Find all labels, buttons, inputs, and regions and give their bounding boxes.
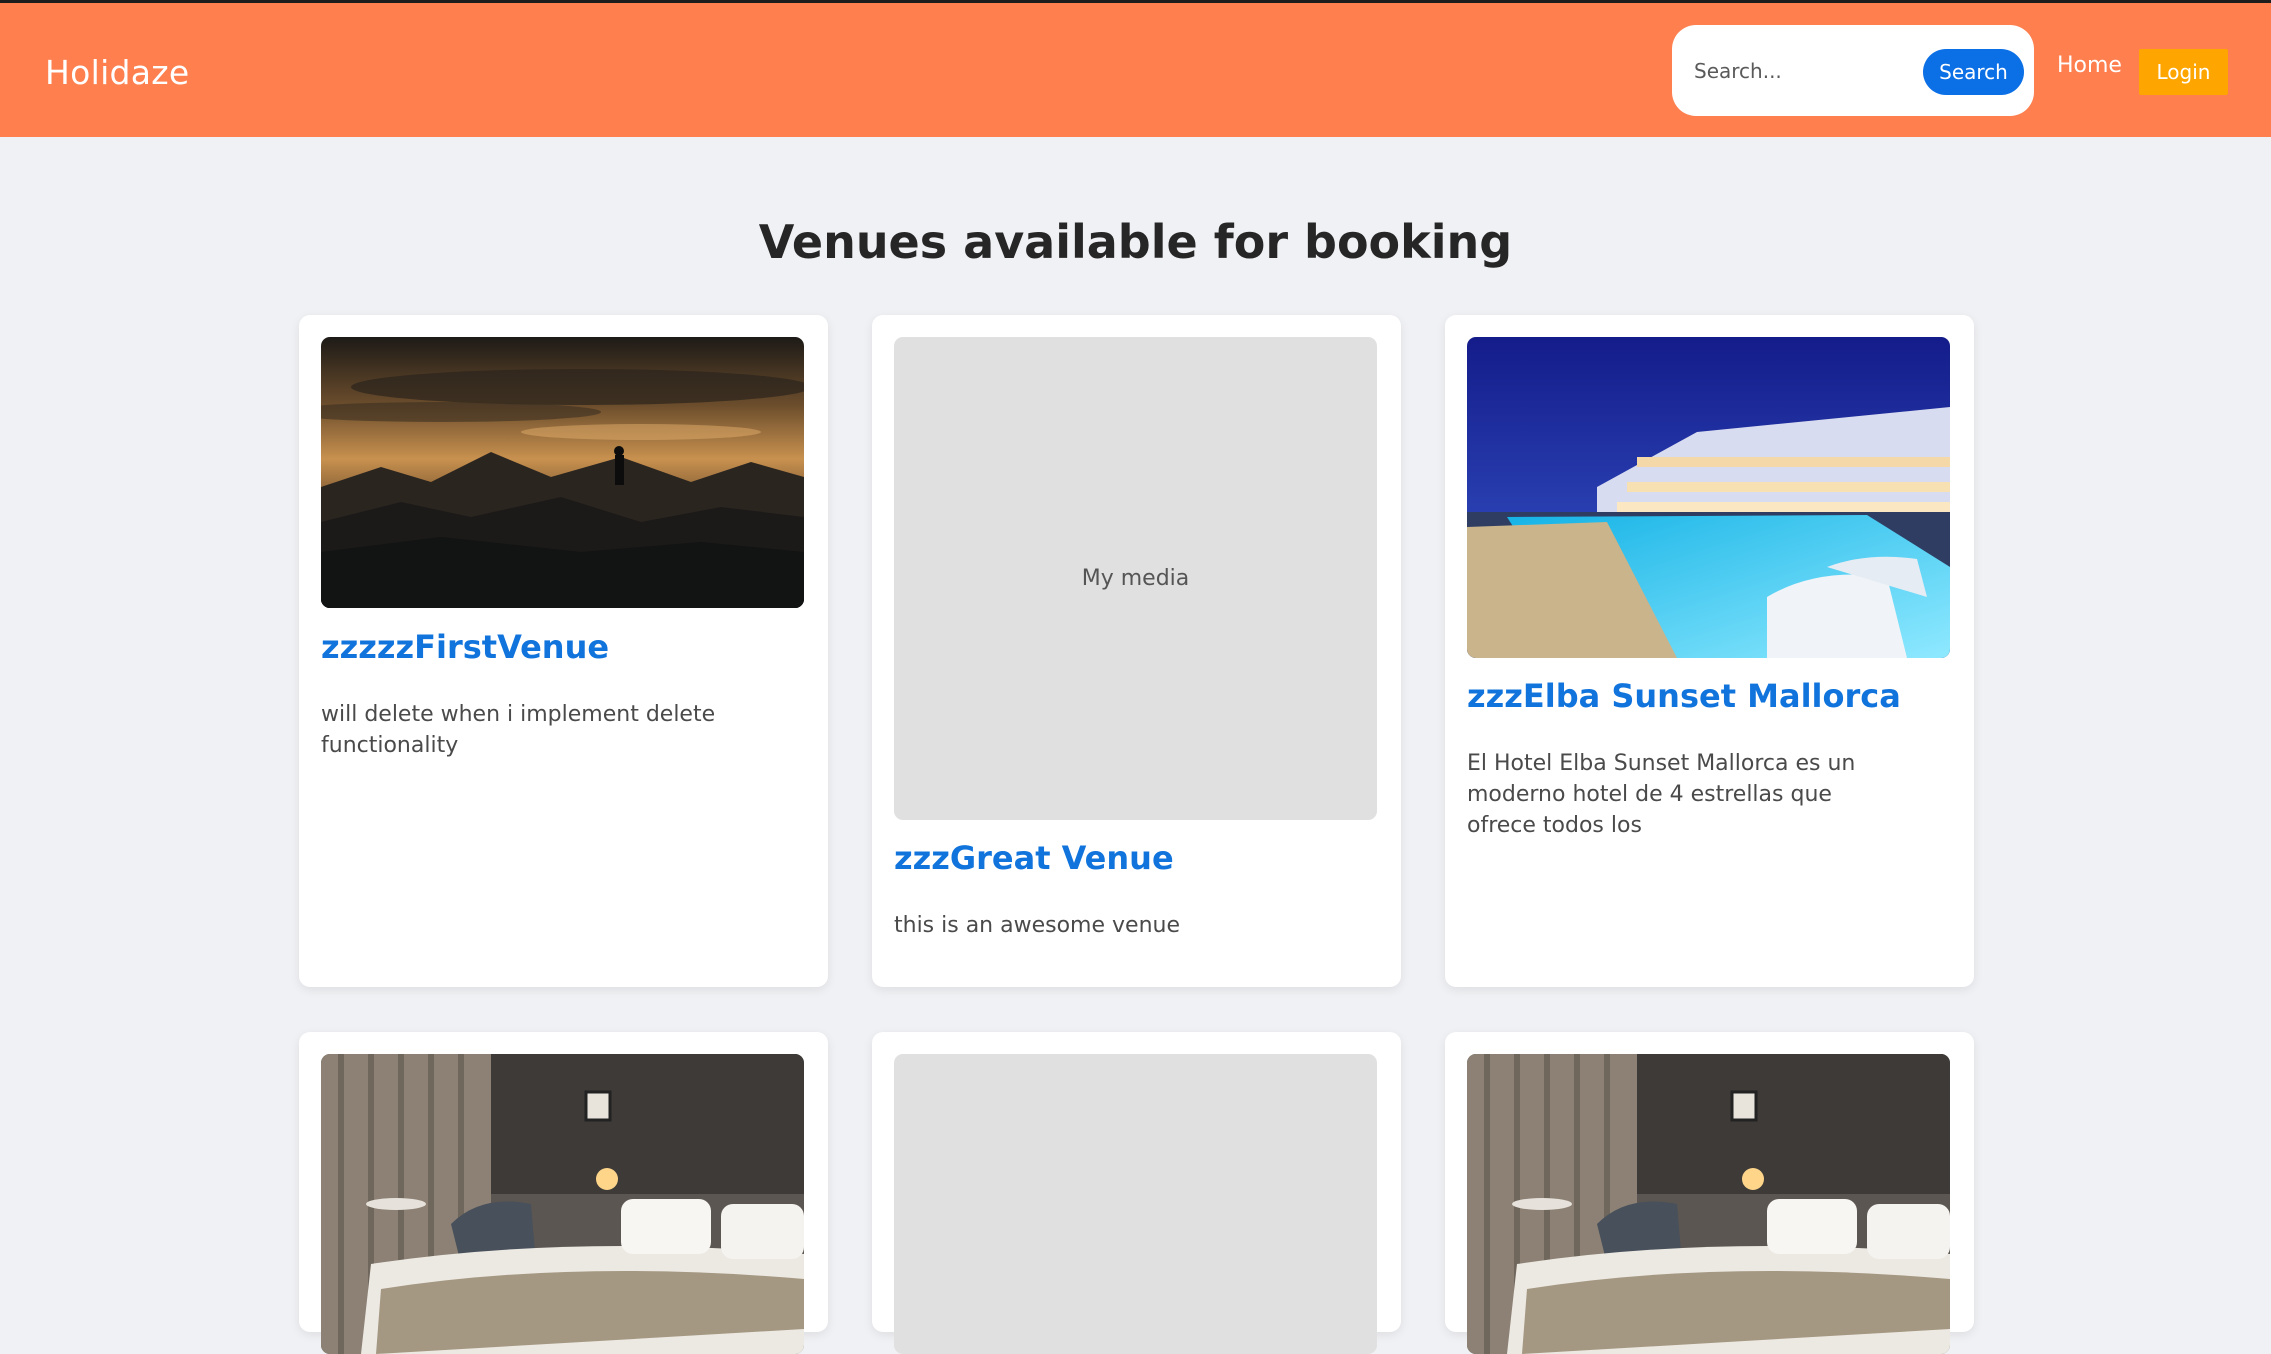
venue-description: El Hotel Elba Sunset Mallorca es un mode… bbox=[1467, 751, 1856, 838]
search-form: Search bbox=[1672, 25, 2034, 116]
venue-card[interactable] bbox=[872, 1032, 1401, 1354]
venue-image-sunset[interactable] bbox=[321, 337, 804, 608]
search-button[interactable]: Search bbox=[1923, 49, 2024, 95]
nav-link-home[interactable]: Home bbox=[2057, 53, 2122, 78]
brand-logo[interactable]: Holidaze bbox=[45, 53, 190, 92]
hotel-pool-night-photo bbox=[1467, 337, 1950, 658]
top-navbar: Holidaze Search Home Login bbox=[0, 0, 2271, 137]
venue-image-placeholder[interactable]: My media bbox=[894, 337, 1377, 820]
venue-title[interactable]: zzzzzFirstVenue bbox=[321, 628, 609, 666]
media-placeholder-text: My media bbox=[1081, 566, 1190, 591]
venue-image-bedroom[interactable] bbox=[321, 1054, 804, 1354]
venue-card[interactable]: My media zzzGreat Venue this is an aweso… bbox=[872, 315, 1401, 987]
venue-image-hotel-pool[interactable] bbox=[1467, 337, 1950, 658]
venue-title[interactable]: zzzGreat Venue bbox=[894, 839, 1174, 877]
hotel-bedroom-photo bbox=[1467, 1054, 1950, 1354]
page-title: Venues available for booking bbox=[758, 215, 1513, 269]
venue-title[interactable]: zzzElba Sunset Mallorca bbox=[1467, 677, 1901, 715]
venue-image-bedroom[interactable] bbox=[1467, 1054, 1950, 1354]
venue-card[interactable]: zzzzzFirstVenue will delete when i imple… bbox=[299, 315, 828, 987]
venue-description: this is an awesome venue bbox=[894, 913, 1180, 938]
venue-image-placeholder[interactable] bbox=[894, 1054, 1377, 1354]
search-input[interactable] bbox=[1692, 51, 1912, 91]
hotel-bedroom-photo bbox=[321, 1054, 804, 1354]
venue-card[interactable] bbox=[299, 1032, 828, 1354]
venue-card[interactable] bbox=[1445, 1032, 1974, 1354]
venue-description: will delete when i implement delete func… bbox=[321, 702, 716, 758]
sunset-mountain-photo bbox=[321, 337, 804, 608]
venue-card[interactable]: zzzElba Sunset Mallorca El Hotel Elba Su… bbox=[1445, 315, 1974, 987]
login-button[interactable]: Login bbox=[2139, 49, 2228, 95]
